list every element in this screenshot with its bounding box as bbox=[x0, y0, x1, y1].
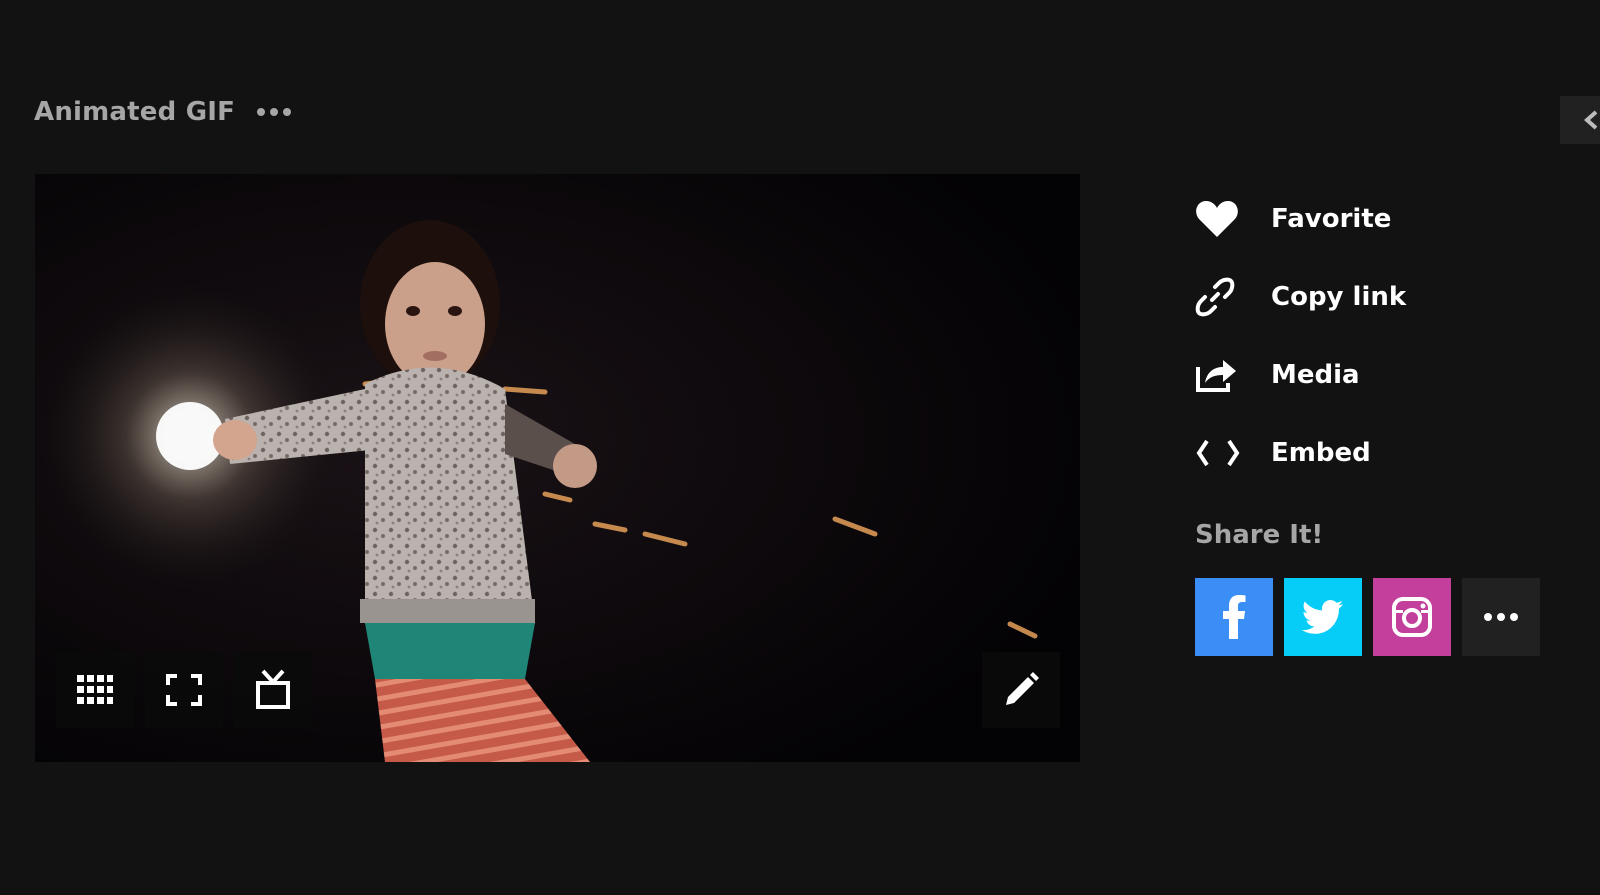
sidebar-toggle-button[interactable] bbox=[1560, 96, 1600, 144]
more-share-button[interactable] bbox=[1462, 578, 1540, 656]
embed-label: Embed bbox=[1271, 438, 1371, 468]
instagram-share-button[interactable] bbox=[1373, 578, 1451, 656]
edit-pencil-icon bbox=[1006, 672, 1039, 705]
twitter-icon bbox=[1302, 600, 1343, 634]
more-dots-icon bbox=[257, 108, 266, 116]
more-dots-icon bbox=[1484, 613, 1518, 621]
heart-icon bbox=[1196, 201, 1238, 237]
chevron-left-icon bbox=[1584, 110, 1598, 130]
fullscreen-icon bbox=[166, 674, 202, 706]
gif-header: Animated GIF bbox=[34, 92, 293, 132]
favorite-label: Favorite bbox=[1271, 204, 1392, 234]
copy-link-label: Copy link bbox=[1271, 282, 1407, 312]
tv-mode-button[interactable] bbox=[234, 652, 312, 728]
gif-detail-page: Animated GIF Favorite Copy link Media Em… bbox=[0, 0, 1600, 895]
share-arrow-icon bbox=[1196, 360, 1236, 392]
facebook-share-button[interactable] bbox=[1195, 578, 1273, 656]
more-options-button[interactable] bbox=[255, 102, 293, 122]
grid-view-icon bbox=[77, 675, 113, 704]
gif-actions: Favorite Copy link Media Embed bbox=[1195, 180, 1406, 492]
favorite-button[interactable]: Favorite bbox=[1195, 180, 1406, 258]
link-icon bbox=[1195, 277, 1235, 317]
grid-view-button[interactable] bbox=[56, 652, 134, 728]
facebook-icon bbox=[1223, 595, 1246, 639]
embed-button[interactable]: Embed bbox=[1195, 414, 1406, 492]
media-button[interactable]: Media bbox=[1195, 336, 1406, 414]
share-buttons bbox=[1195, 578, 1540, 656]
tv-icon bbox=[256, 669, 290, 709]
page-title: Animated GIF bbox=[34, 97, 236, 127]
share-title: Share It! bbox=[1195, 520, 1324, 550]
fullscreen-button[interactable] bbox=[145, 652, 223, 728]
media-label: Media bbox=[1271, 360, 1360, 390]
edit-button[interactable] bbox=[982, 652, 1060, 728]
code-brackets-icon bbox=[1196, 439, 1240, 467]
gif-player[interactable] bbox=[35, 174, 1080, 762]
twitter-share-button[interactable] bbox=[1284, 578, 1362, 656]
copy-link-button[interactable]: Copy link bbox=[1195, 258, 1406, 336]
instagram-icon bbox=[1392, 597, 1432, 637]
